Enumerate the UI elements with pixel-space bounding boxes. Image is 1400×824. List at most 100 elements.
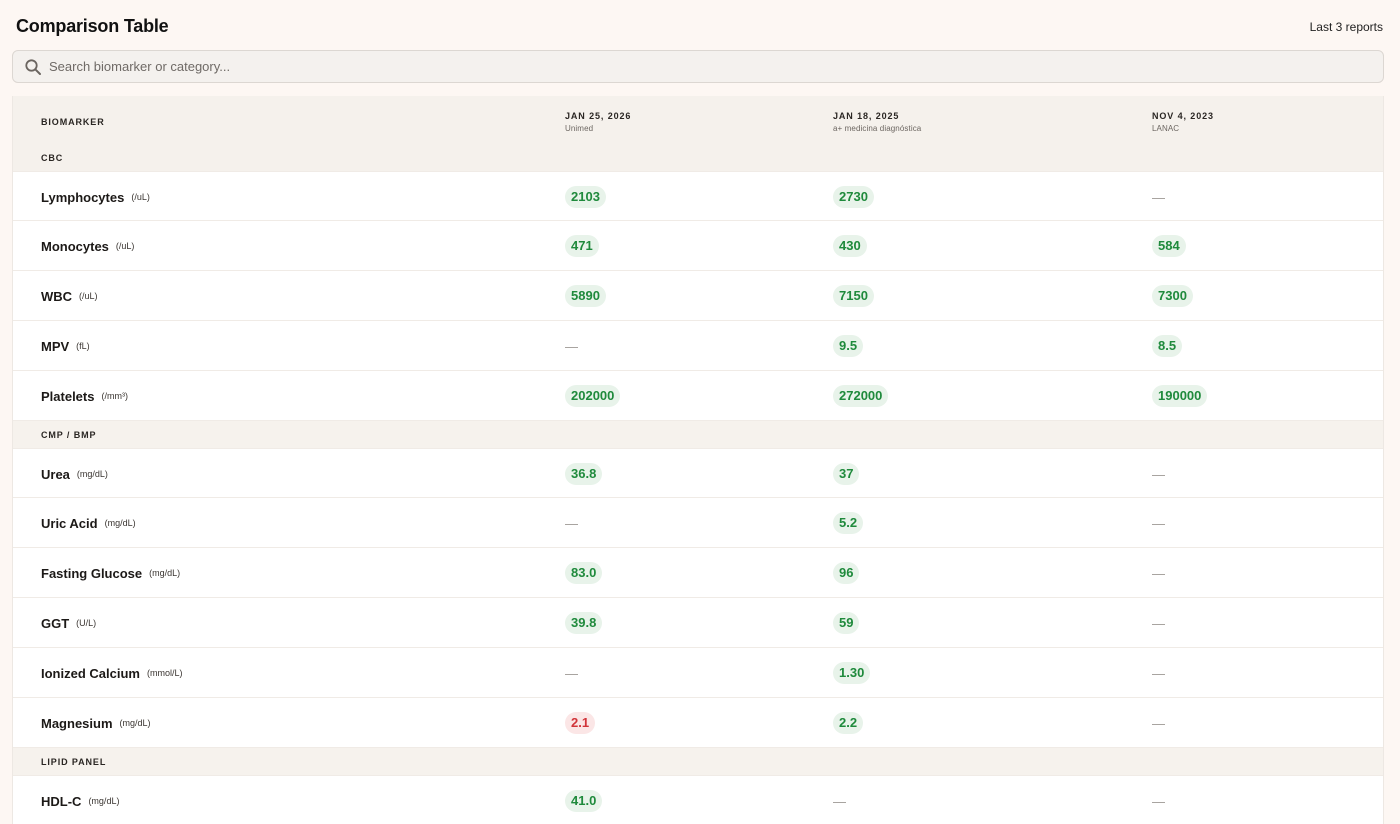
biomarker-unit: (/uL) <box>131 192 150 202</box>
section-label: LIPID PANEL <box>41 757 107 767</box>
biomarker-name: Urea <box>41 466 70 482</box>
empty-value: — <box>833 793 846 809</box>
in-range-value[interactable]: 584 <box>1152 235 1186 257</box>
search-input[interactable] <box>49 51 1369 82</box>
report-date-header[interactable]: JAN 25, 2026 <box>565 111 631 121</box>
table-row[interactable]: MPV (fL) — 9.5 8.5 <box>13 321 1383 371</box>
value-cell: — <box>1152 548 1165 598</box>
in-range-value[interactable]: 2.2 <box>833 712 864 734</box>
value-cell: — <box>565 321 578 371</box>
value-cell: — <box>1152 648 1165 698</box>
empty-value: — <box>1152 515 1165 531</box>
biomarker-cell: Monocytes (/uL) <box>41 221 134 271</box>
table-row[interactable]: WBC (/uL) 5890 7150 7300 <box>13 271 1383 321</box>
table-row[interactable]: Fasting Glucose (mg/dL) 83.0 96 — <box>13 548 1383 598</box>
empty-value: — <box>565 665 578 681</box>
table-row[interactable]: Ionized Calcium (mmol/L) — 1.30 — <box>13 648 1383 698</box>
value-cell: 2730 <box>833 172 874 222</box>
section-label: CMP / BMP <box>41 430 97 440</box>
in-range-value[interactable]: 37 <box>833 463 860 485</box>
in-range-value[interactable]: 5.2 <box>833 512 864 534</box>
empty-value: — <box>1152 793 1165 809</box>
in-range-value[interactable]: 59 <box>833 612 860 634</box>
table-body: Lymphocytes (/uL) 2103 2730 — Monocytes (/uL) 4… <box>13 171 1383 824</box>
value-cell: 36.8 <box>565 449 603 499</box>
value-cell: 2.1 <box>565 698 596 748</box>
empty-value: — <box>565 338 578 354</box>
in-range-value[interactable]: 430 <box>833 235 867 257</box>
in-range-value[interactable]: 36.8 <box>565 463 603 485</box>
in-range-value[interactable]: 39.8 <box>565 612 603 634</box>
biomarker-cell: Fasting Glucose (mg/dL) <box>41 548 180 598</box>
in-range-value[interactable]: 2730 <box>833 186 874 208</box>
value-cell: — <box>1152 698 1165 748</box>
table-row[interactable]: Magnesium (mg/dL) 2.1 2.2 — <box>13 698 1383 748</box>
empty-value: — <box>1152 565 1165 581</box>
biomarker-unit: (/uL) <box>115 241 135 251</box>
in-range-value[interactable]: 41.0 <box>565 790 603 812</box>
in-range-value[interactable]: 7300 <box>1152 285 1193 307</box>
comparison-table: BIOMARKER JAN 25, 2026 Unimed JAN 18, 20… <box>12 96 1384 824</box>
value-cell: — <box>833 776 846 824</box>
table-row[interactable]: Platelets (/mm³) 202000 272000 190000 <box>13 371 1383 421</box>
value-cell: 96 <box>833 548 860 598</box>
in-range-value[interactable]: 5890 <box>565 285 606 307</box>
value-cell: 430 <box>833 221 867 271</box>
out-of-range-value[interactable]: 2.1 <box>565 712 596 734</box>
value-cell: 9.5 <box>833 321 864 371</box>
table-row[interactable]: HDL-C (mg/dL) 41.0 — — <box>13 775 1383 824</box>
value-cell: — <box>565 498 578 548</box>
biomarker-unit: (mmol/L) <box>146 668 183 678</box>
biomarker-cell: GGT (U/L) <box>41 598 96 648</box>
biomarker-name: MPV <box>41 338 70 354</box>
report-lab-name: LANAC <box>1152 124 1180 133</box>
biomarker-cell: HDL-C (mg/dL) <box>41 776 119 824</box>
biomarker-cell: Lymphocytes (/uL) <box>41 172 150 222</box>
search-bar[interactable] <box>12 50 1384 83</box>
value-cell: 7300 <box>1152 271 1193 321</box>
value-cell: — <box>1152 498 1165 548</box>
biomarker-cell: Uric Acid (mg/dL) <box>41 498 136 548</box>
in-range-value[interactable]: 96 <box>833 562 860 584</box>
empty-value: — <box>1152 189 1165 205</box>
value-cell: 59 <box>833 598 860 648</box>
in-range-value[interactable]: 1.30 <box>833 662 871 684</box>
value-cell: 584 <box>1152 221 1186 271</box>
table-row[interactable]: Monocytes (/uL) 471 430 584 <box>13 221 1383 271</box>
in-range-value[interactable]: 202000 <box>565 385 621 407</box>
report-lab-name: Unimed <box>565 124 594 133</box>
in-range-value[interactable]: 471 <box>565 235 599 257</box>
in-range-value[interactable]: 9.5 <box>833 335 864 357</box>
value-cell: 202000 <box>565 371 621 421</box>
biomarker-unit: (mg/dL) <box>76 469 108 479</box>
value-cell: 7150 <box>833 271 874 321</box>
section-header: LIPID PANEL <box>13 748 1383 775</box>
report-date-header[interactable]: JAN 18, 2025 <box>833 111 899 121</box>
biomarker-cell: Urea (mg/dL) <box>41 449 108 499</box>
table-row[interactable]: Urea (mg/dL) 36.8 37 — <box>13 448 1383 498</box>
in-range-value[interactable]: 7150 <box>833 285 874 307</box>
table-row[interactable]: GGT (U/L) 39.8 59 — <box>13 598 1383 648</box>
biomarker-unit: (mg/dL) <box>149 568 181 578</box>
value-cell: — <box>565 648 578 698</box>
report-lab-name: a+ medicina diagnóstica <box>833 124 922 133</box>
value-cell: 272000 <box>833 371 889 421</box>
report-date-header[interactable]: NOV 4, 2023 <box>1152 111 1214 121</box>
in-range-value[interactable]: 2103 <box>565 186 606 208</box>
biomarker-unit: (fL) <box>76 341 90 351</box>
in-range-value[interactable]: 272000 <box>833 385 889 407</box>
in-range-value[interactable]: 8.5 <box>1152 335 1183 357</box>
value-cell: — <box>1152 449 1165 499</box>
in-range-value[interactable]: 190000 <box>1152 385 1208 407</box>
search-icon <box>24 58 42 76</box>
value-cell: 5890 <box>565 271 606 321</box>
in-range-value[interactable]: 83.0 <box>565 562 603 584</box>
table-row[interactable]: Lymphocytes (/uL) 2103 2730 — <box>13 171 1383 221</box>
value-cell: 190000 <box>1152 371 1208 421</box>
table-row[interactable]: Uric Acid (mg/dL) — 5.2 — <box>13 498 1383 548</box>
biomarker-name: Monocytes <box>41 238 109 254</box>
biomarker-column-header[interactable]: BIOMARKER <box>41 117 105 127</box>
biomarker-name: Magnesium <box>41 715 113 731</box>
value-cell: — <box>1152 598 1165 648</box>
biomarker-cell: WBC (/uL) <box>41 271 98 321</box>
